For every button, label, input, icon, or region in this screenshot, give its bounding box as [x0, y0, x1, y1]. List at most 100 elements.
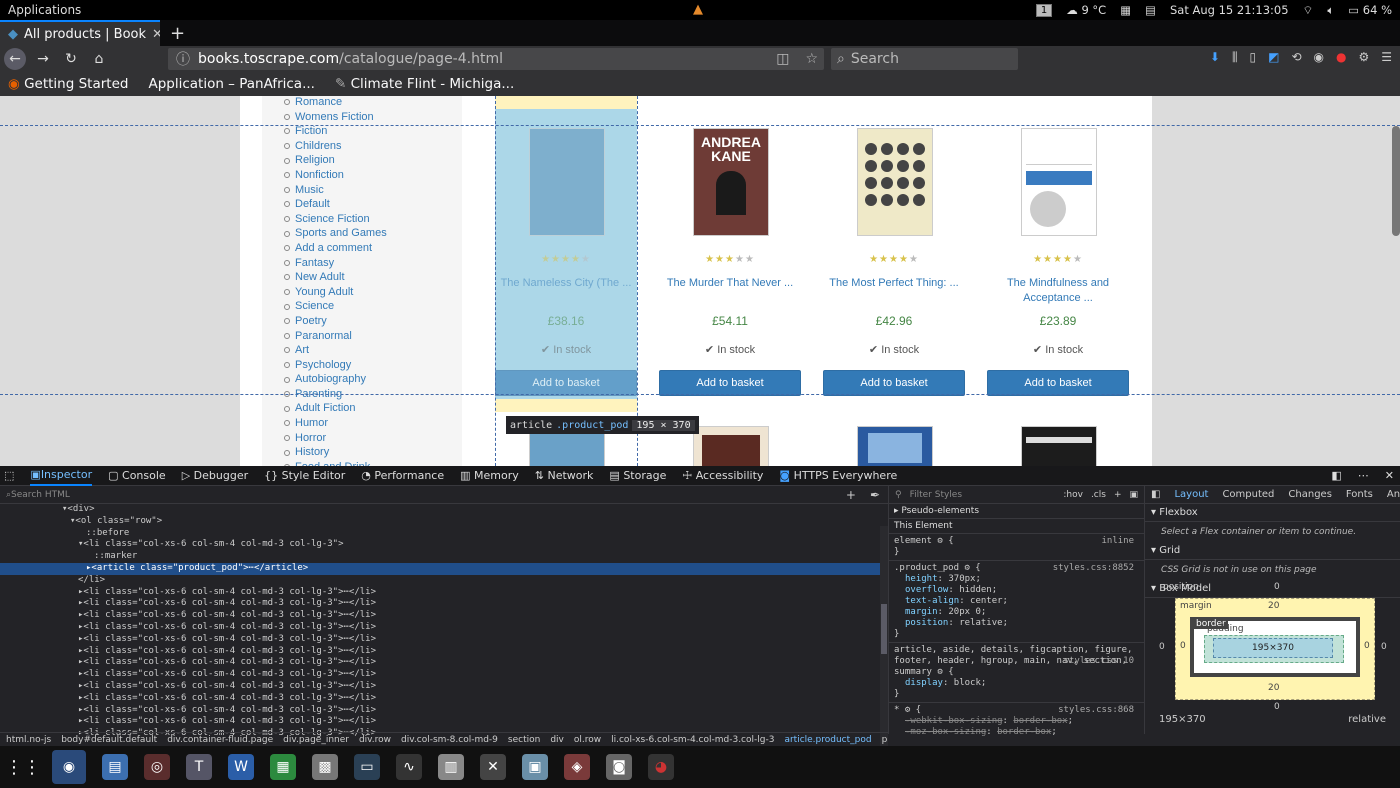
source-link[interactable]: styles.css:10: [1064, 656, 1134, 667]
writer-taskbar-icon[interactable]: W: [228, 754, 254, 780]
category-item[interactable]: Science Fiction: [284, 212, 387, 227]
mixer-taskbar-icon[interactable]: ▥: [438, 754, 464, 780]
pseudo-elements-toggle[interactable]: ▸ Pseudo-elements: [889, 504, 1144, 519]
category-item[interactable]: Paranormal: [284, 329, 387, 344]
tab-memory[interactable]: ▥ Memory: [460, 469, 519, 482]
home-button[interactable]: ⌂: [88, 48, 110, 70]
bookmark-climate-flint[interactable]: ✎ Climate Flint - Michiga...: [335, 76, 514, 92]
grid-section[interactable]: ▾ Grid: [1145, 542, 1400, 560]
back-button[interactable]: ←: [4, 48, 26, 70]
eyedropper-icon[interactable]: ✒: [870, 488, 880, 502]
category-item[interactable]: Adult Fiction: [284, 401, 387, 416]
info-icon[interactable]: ⓘ: [176, 49, 190, 69]
volume-icon[interactable]: 🔈︎: [1327, 3, 1334, 18]
gear-icon[interactable]: ⚙: [937, 667, 942, 677]
screenshot-taskbar-icon[interactable]: ◙: [606, 754, 632, 780]
tab-https-everywhere[interactable]: ◙ HTTPS Everywhere: [779, 469, 897, 482]
menu-icon[interactable]: ☰: [1381, 50, 1392, 65]
new-tab-button[interactable]: +: [160, 20, 195, 46]
breadcrumb-item[interactable]: p.star-rating.Four: [882, 735, 888, 745]
breadcrumb-item[interactable]: div.page_inner: [283, 735, 349, 745]
category-item[interactable]: Default: [284, 197, 387, 212]
position-top-value[interactable]: 0: [1274, 582, 1280, 592]
sync-icon[interactable]: ⟲: [1291, 50, 1301, 65]
html-node[interactable]: ▸<li class="col-xs-6 col-sm-4 col-md-3 c…: [0, 716, 888, 728]
html-node[interactable]: ▸<li class="col-xs-6 col-sm-4 col-md-3 c…: [0, 622, 888, 634]
html-node[interactable]: ▸<li class="col-xs-6 col-sm-4 col-md-3 c…: [0, 657, 888, 669]
html-node[interactable]: ▾<li class="col-xs-6 col-sm-4 col-md-3 c…: [0, 539, 888, 551]
breadcrumb-item[interactable]: div.container-fluid.page: [167, 735, 273, 745]
book-cover[interactable]: [1021, 426, 1097, 466]
tab-all-products[interactable]: ◆ All products | Book ✕: [0, 20, 160, 46]
download-icon[interactable]: ⬇: [1210, 50, 1220, 65]
book-cover[interactable]: [857, 128, 933, 236]
settings-icon[interactable]: ⚙: [1358, 50, 1369, 65]
gear-icon[interactable]: ⚙: [937, 536, 942, 546]
tab-console[interactable]: ▢ Console: [108, 469, 166, 482]
category-item[interactable]: Autobiography: [284, 372, 387, 387]
calc-taskbar-icon[interactable]: ▦: [270, 754, 296, 780]
sidebar-icon[interactable]: ▯: [1249, 50, 1256, 65]
tab-fonts[interactable]: Fonts: [1346, 489, 1373, 500]
tab-computed[interactable]: Computed: [1222, 489, 1274, 500]
flexbox-section[interactable]: ▾ Flexbox: [1145, 504, 1400, 522]
category-item[interactable]: Humor: [284, 416, 387, 431]
margin-left-value[interactable]: 0: [1180, 641, 1186, 651]
media-taskbar-icon[interactable]: ◎: [144, 754, 170, 780]
source-link[interactable]: inline: [1101, 536, 1134, 547]
hov-toggle[interactable]: :hov: [1063, 490, 1083, 500]
bookmark-panafrica[interactable]: Application – PanAfrica...: [148, 76, 315, 92]
position-left-value[interactable]: 0: [1159, 642, 1165, 652]
css-property[interactable]: overflow: hidden;: [889, 585, 1144, 596]
html-node[interactable]: ▸<li class="col-xs-6 col-sm-4 col-md-3 c…: [0, 646, 888, 658]
position-right-value[interactable]: 0: [1381, 642, 1387, 652]
filter-styles-input[interactable]: Filter Styles: [910, 490, 962, 500]
app-grid-icon[interactable]: ⋮⋮: [5, 754, 41, 780]
scroll-thumb[interactable]: [881, 604, 887, 654]
firefox-taskbar-icon[interactable]: ◉: [52, 750, 86, 784]
close-devtools-icon[interactable]: ✕: [1385, 469, 1394, 482]
tab-debugger[interactable]: ▷ Debugger: [182, 469, 248, 482]
selected-node[interactable]: ▸<article class="product_pod">⋯</article…: [0, 562, 888, 575]
product-title[interactable]: The Mindfulness and Acceptance ...: [987, 276, 1129, 306]
category-item[interactable]: Nonfiction: [284, 168, 387, 183]
category-item[interactable]: Young Adult: [284, 285, 387, 300]
breadcrumb-item[interactable]: html.no-js: [6, 735, 51, 745]
record-icon[interactable]: ●: [1336, 50, 1346, 65]
tab-inspector[interactable]: ▣ Inspector: [30, 466, 93, 486]
css-property[interactable]: margin: 20px 0;: [889, 607, 1144, 618]
category-item[interactable]: Horror: [284, 431, 387, 446]
book-cover[interactable]: [857, 426, 933, 466]
html-node[interactable]: ::before: [0, 528, 888, 540]
css-property[interactable]: position: relative;: [889, 618, 1144, 629]
tab-changes[interactable]: Changes: [1288, 489, 1332, 500]
breadcrumb-item[interactable]: ol.row: [574, 735, 601, 745]
category-item[interactable]: Childrens: [284, 139, 387, 154]
toggle-pane-icon[interactable]: ◧: [1151, 489, 1160, 500]
breadcrumb-item[interactable]: article.product_pod: [784, 735, 871, 745]
breadcrumb-item[interactable]: div.col-sm-8.col-md-9: [401, 735, 498, 745]
category-item[interactable]: Psychology: [284, 358, 387, 373]
battery-status[interactable]: ▭ 64 %: [1348, 3, 1392, 17]
breadcrumb-item[interactable]: body#default.default: [61, 735, 157, 745]
print-icon[interactable]: ▣: [1129, 490, 1138, 500]
category-item[interactable]: History: [284, 445, 387, 460]
tools-taskbar-icon[interactable]: ✕: [480, 754, 506, 780]
ublock-icon[interactable]: ◉: [1314, 50, 1324, 65]
extension-icon[interactable]: ◩: [1268, 50, 1279, 65]
margin-top-value[interactable]: 20: [1268, 601, 1279, 611]
book-cover[interactable]: [693, 426, 769, 466]
add-node-icon[interactable]: +: [846, 488, 856, 502]
tex-taskbar-icon[interactable]: T: [186, 754, 212, 780]
category-item[interactable]: Art: [284, 343, 387, 358]
page-scrollbar[interactable]: [1392, 126, 1400, 236]
css-property[interactable]: -moz-box-sizing: border-box;: [889, 727, 1144, 738]
css-property[interactable]: -webkit-box-sizing: border-box;: [889, 716, 1144, 727]
category-item[interactable]: Fiction: [284, 124, 387, 139]
css-property[interactable]: display: block;: [889, 678, 1144, 689]
more-icon[interactable]: ⋯: [1358, 469, 1369, 482]
applications-menu[interactable]: Applications: [8, 3, 81, 17]
add-rule-icon[interactable]: +: [1114, 490, 1122, 500]
source-link[interactable]: styles.css:8852: [1053, 563, 1134, 574]
add-to-basket-button[interactable]: Add to basket: [659, 370, 801, 396]
